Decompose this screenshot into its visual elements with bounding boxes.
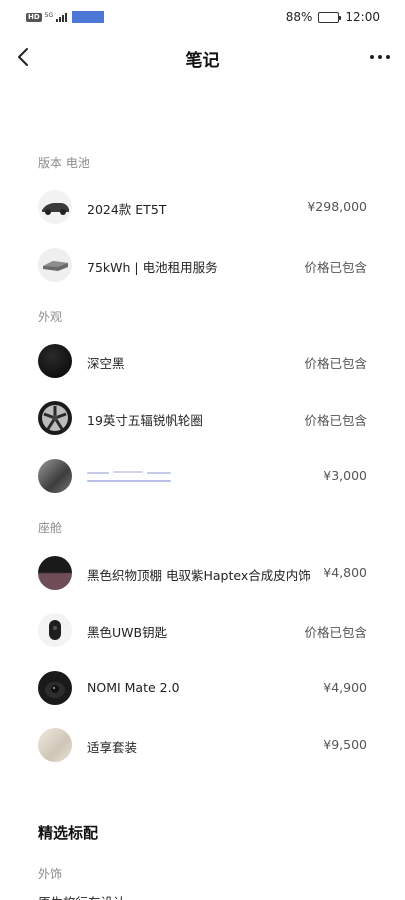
interior-swatch-thumb <box>38 556 72 590</box>
list-item[interactable]: 适享套装 ¥9,500 <box>0 720 405 772</box>
item-price: 价格已包含 <box>304 260 367 275</box>
list-item[interactable]: 黑色UWB钥匙 价格已包含 <box>0 605 405 657</box>
page-title: 笔记 <box>185 51 220 71</box>
item-name: 19英寸五辐锐帆轮圈 <box>87 413 203 428</box>
black-paint-swatch <box>38 344 72 378</box>
status-left: HD 5G <box>26 11 105 23</box>
item-name: 黑色织物顶棚 电驭紫Haptex合成皮内饰 <box>87 568 311 583</box>
item-name: 适享套装 <box>87 740 138 755</box>
featured-heading: 精选标配 <box>38 824 99 842</box>
signal-icon <box>56 12 68 22</box>
item-price: ¥9,500 <box>323 737 367 752</box>
list-item[interactable]: NOMI Mate 2.0 ¥4,900 <box>0 663 405 715</box>
list-item[interactable]: 75kWh | 电池租用服务 价格已包含 <box>0 240 405 292</box>
featured-sub-label: 外饰 <box>38 867 63 881</box>
item-name: 黑色UWB钥匙 <box>87 625 168 640</box>
battery-icon <box>318 11 342 23</box>
section-label-exterior: 外观 <box>38 310 63 324</box>
carrier-redaction <box>72 11 105 23</box>
exterior-option-thumb <box>38 459 72 493</box>
item-price: ¥298,000 <box>307 199 367 214</box>
car-side-thumb <box>38 190 72 224</box>
hd-badge: HD <box>26 12 42 22</box>
clock: 12:00 <box>345 10 380 24</box>
list-item[interactable]: 2024款 ET5T ¥298,000 <box>0 182 405 234</box>
nomi-device-thumb <box>38 671 72 705</box>
wheel-rim-thumb <box>38 401 72 435</box>
item-price: 价格已包含 <box>304 413 367 428</box>
list-item[interactable]: 黑色织物顶棚 电驭紫Haptex合成皮内饰 ¥4,800 <box>0 548 405 600</box>
status-bar: HD 5G 88% 12:00 <box>0 0 405 36</box>
section-label-version-battery: 版本 电池 <box>38 156 90 170</box>
battery-percent: 88% <box>285 10 313 24</box>
nav-bar: 笔记 <box>0 36 405 78</box>
list-item[interactable]: 19英寸五辐锐帆轮圈 价格已包含 <box>0 393 405 445</box>
status-right: 88% 12:00 <box>286 10 380 24</box>
item-price: 价格已包含 <box>304 625 367 640</box>
more-horizontal-icon <box>370 55 374 59</box>
item-name: NOMI Mate 2.0 <box>87 680 180 695</box>
item-price: ¥3,000 <box>323 468 367 483</box>
item-price: 价格已包含 <box>304 356 367 371</box>
list-item[interactable]: ¥3,000 <box>0 451 405 503</box>
item-name: 2024款 ET5T <box>87 202 167 217</box>
uwb-key-thumb <box>38 613 72 647</box>
featured-partial-line: 原生旅行车设计 <box>38 892 126 900</box>
comfort-package-thumb <box>38 728 72 762</box>
more-button[interactable] <box>365 44 395 70</box>
redacted-item-name <box>87 469 173 483</box>
list-item[interactable]: 深空黑 价格已包含 <box>0 336 405 388</box>
network-type: 5G <box>44 11 54 19</box>
item-name: 75kWh | 电池租用服务 <box>87 260 218 275</box>
item-price: ¥4,800 <box>323 565 367 580</box>
item-price: ¥4,900 <box>323 680 367 695</box>
battery-pack-thumb <box>38 248 72 282</box>
section-label-cabin: 座舱 <box>38 521 63 535</box>
item-name: 深空黑 <box>87 356 125 371</box>
